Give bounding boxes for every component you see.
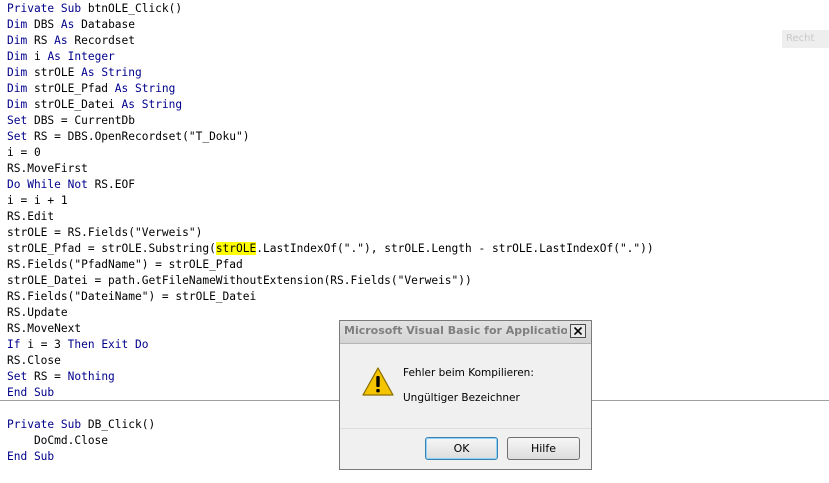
code-keyword: As [60, 18, 82, 31]
code-keyword: If [7, 338, 28, 351]
code-keyword: As Integer [47, 50, 115, 63]
code-text: i = i + 1 [7, 194, 68, 207]
dialog-titlebar[interactable]: Microsoft Visual Basic for Applications [340, 321, 591, 344]
code-text: DoCmd.Close [7, 434, 109, 447]
code-text: .LastIndexOf("."), strOLE.Length - strOL… [256, 242, 654, 255]
code-keyword: Dim [7, 82, 34, 95]
code-text: RS = [33, 370, 68, 383]
code-line[interactable]: strOLE_Datei = path.GetFileNameWithoutEx… [7, 273, 829, 289]
code-text: i = 3 [27, 338, 68, 351]
code-line[interactable]: Private Sub btnOLE_Click() [7, 1, 829, 17]
highlighted-error-token: strOLE [215, 242, 257, 255]
code-line[interactable]: RS.Fields("PfadName") = strOLE_Pfad [7, 257, 829, 273]
code-text: RS.Fields("PfadName") = strOLE_Pfad [7, 258, 243, 271]
code-text: RS.MoveFirst [7, 162, 88, 175]
code-text: strOLE_Pfad = strOLE.Substring( [7, 242, 216, 255]
code-keyword: Private Sub [7, 2, 88, 15]
code-text: RS.Close [7, 354, 61, 367]
code-keyword: Set [7, 114, 34, 127]
code-text: RS.Fields("DateiName") = strOLE_Datei [7, 290, 257, 303]
code-text: RS.EOF [94, 178, 135, 191]
code-text: strOLE_Datei [33, 98, 122, 111]
code-text: DBS = CurrentDb [33, 114, 135, 127]
code-text: i [33, 50, 48, 63]
code-line[interactable]: Dim RS As Recordset [7, 33, 829, 49]
code-text: strOLE_Datei = path.GetFileNameWithoutEx… [7, 274, 472, 287]
code-line[interactable]: Dim i As Integer [7, 49, 829, 65]
code-keyword: Set [7, 370, 34, 383]
dialog-message-line1: Fehler beim Kompilieren: [403, 367, 534, 379]
error-dialog: Microsoft Visual Basic for Applications … [339, 320, 592, 470]
code-keyword: Dim [7, 66, 34, 79]
code-line[interactable]: RS.Fields("DateiName") = strOLE_Datei [7, 289, 829, 305]
close-button[interactable] [570, 324, 586, 338]
code-text: i = 0 [7, 146, 41, 159]
code-keyword: As [54, 34, 75, 47]
code-keyword: Dim [7, 98, 34, 111]
dialog-message-line2: Ungültiger Bezeichner [403, 392, 520, 404]
code-text: RS.MoveNext [7, 322, 82, 335]
help-button[interactable]: Hilfe [507, 437, 580, 460]
dialog-button-bar: OK Hilfe [340, 428, 591, 469]
code-line[interactable]: Dim DBS As Database [7, 17, 829, 33]
code-keyword: Then Exit Do [67, 338, 149, 351]
code-line[interactable]: Set DBS = CurrentDb [7, 113, 829, 129]
code-text: RS.Update [7, 306, 68, 319]
code-line[interactable]: i = i + 1 [7, 193, 829, 209]
code-line[interactable]: Set RS = DBS.OpenRecordset("T_Doku") [7, 129, 829, 145]
code-keyword: Do While Not [7, 178, 95, 191]
code-line[interactable]: i = 0 [7, 145, 829, 161]
ok-button[interactable]: OK [425, 437, 498, 460]
code-keyword: As String [81, 66, 142, 79]
code-text: strOLE = RS.Fields("Verweis") [7, 226, 203, 239]
code-text: strOLE [33, 66, 82, 79]
code-keyword: Nothing [67, 370, 115, 383]
code-line[interactable]: strOLE = RS.Fields("Verweis") [7, 225, 829, 241]
code-line[interactable]: strOLE_Pfad = strOLE.Substring(strOLE.La… [7, 241, 829, 257]
code-line[interactable]: Dim strOLE_Datei As String [7, 97, 829, 113]
code-text: strOLE_Pfad [33, 82, 115, 95]
code-keyword: End Sub [7, 450, 55, 463]
code-line[interactable]: RS.Update [7, 305, 829, 321]
code-keyword: Dim [7, 50, 34, 63]
code-text: DB_Click() [87, 418, 156, 431]
code-text: DBS [33, 18, 61, 31]
close-icon [574, 327, 582, 335]
code-keyword: End Sub [7, 386, 55, 399]
warning-icon [362, 366, 394, 398]
code-text: Database [81, 18, 136, 31]
code-keyword: Set [7, 130, 34, 143]
code-keyword: Dim [7, 34, 34, 47]
code-text: btnOLE_Click() [87, 2, 183, 15]
code-line[interactable]: RS.Edit [7, 209, 829, 225]
code-line[interactable]: Dim strOLE_Pfad As String [7, 81, 829, 97]
code-text: RS.Edit [7, 210, 55, 223]
side-label: Recht [782, 30, 829, 48]
code-keyword: Private Sub [7, 418, 88, 431]
code-keyword: As String [114, 82, 176, 95]
code-line[interactable]: RS.MoveFirst [7, 161, 829, 177]
dialog-title: Microsoft Visual Basic for Applications [344, 324, 567, 337]
code-line[interactable]: Dim strOLE As String [7, 65, 829, 81]
code-text: RS = DBS.OpenRecordset("T_Doku") [33, 130, 250, 143]
code-line[interactable]: Do While Not RS.EOF [7, 177, 829, 193]
code-keyword: As String [121, 98, 183, 111]
code-text: RS [33, 34, 55, 47]
code-keyword: Dim [7, 18, 34, 31]
code-text: Recordset [74, 34, 136, 47]
